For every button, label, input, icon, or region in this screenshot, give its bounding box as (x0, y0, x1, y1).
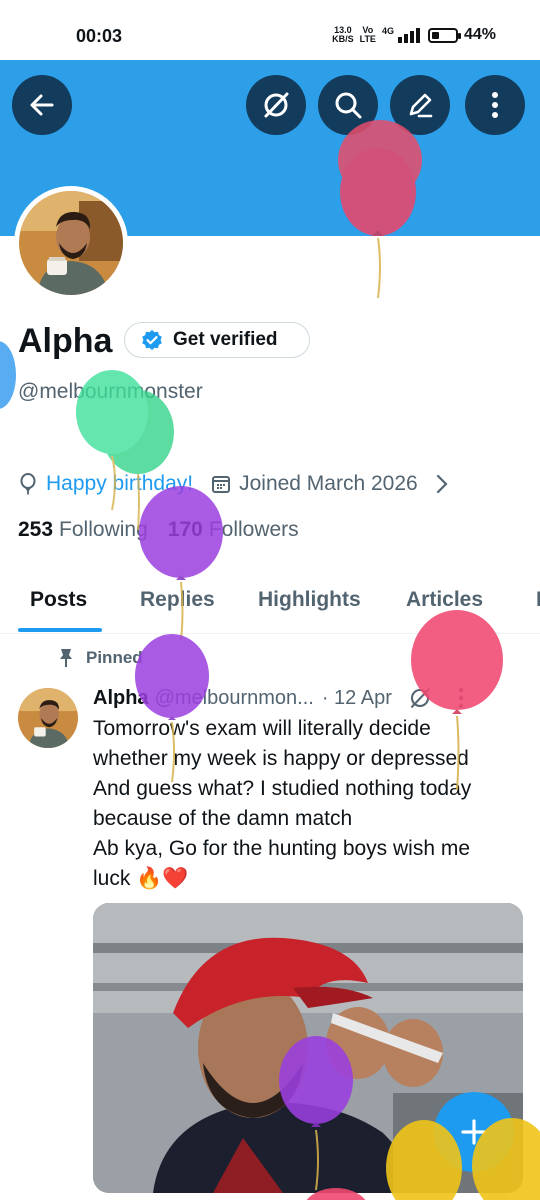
follow-counts: 253 Following 170 Followers (18, 518, 299, 542)
followers-count: 170 (167, 518, 203, 541)
tab-replies[interactable]: Replies (140, 588, 215, 612)
joined-text: Joined March 2026 (239, 472, 418, 495)
pinned-label: Pinned (58, 648, 143, 668)
following-link[interactable]: 253 Following (18, 518, 148, 542)
post-line: Ab kya, Go for the hunting boys wish me (93, 837, 471, 860)
more-icon (492, 92, 498, 118)
profile-avatar[interactable] (14, 186, 128, 300)
grok-icon (264, 92, 289, 118)
balloon-icon (0, 341, 16, 409)
edit-icon (409, 93, 433, 118)
status-indicators: 13.0 KB/S Vo LTE 4G 44% (332, 26, 496, 44)
search-button[interactable] (318, 75, 378, 135)
post-line: because of the damn match (93, 807, 353, 830)
back-button[interactable] (12, 75, 72, 135)
balloon-icon (20, 473, 36, 495)
pin-icon (60, 649, 72, 667)
post-line: whether my week is happy or depressed (93, 747, 469, 770)
battery-icon (427, 27, 461, 43)
post-avatar[interactable] (18, 688, 78, 748)
following-count: 253 (18, 518, 54, 541)
profile-meta: Happy birthday! Joined March 2026 (18, 472, 448, 496)
battery-percent: 44% (463, 26, 496, 43)
post-time: · 12 Apr (321, 686, 392, 709)
network-type: 4G (381, 26, 394, 36)
grok-button[interactable] (246, 75, 306, 135)
tab-posts[interactable]: Posts (30, 588, 87, 612)
search-icon (335, 92, 362, 119)
tab-indicator (18, 628, 102, 632)
post-line: And guess what? I studied nothing today (93, 777, 472, 800)
profile-handle: @melbournmonster (18, 380, 203, 403)
get-verified-label: Get verified (173, 329, 278, 350)
more-options-button[interactable] (465, 75, 525, 135)
volte-bottom: LTE (359, 34, 376, 44)
followers-link[interactable]: 170 Followers (168, 518, 299, 542)
battery-fill (431, 31, 440, 39)
grok-icon[interactable] (408, 686, 432, 710)
post-line: Tomorrow's exam will literally decide (93, 717, 431, 740)
post-header: Alpha @melbournmon... · 12 Apr (93, 686, 464, 710)
plus-icon (461, 1119, 487, 1145)
profile-tabs: Posts Replies Highlights Articles M (0, 572, 540, 634)
status-time: 00:03 (76, 26, 123, 46)
network-speed-unit: KB/S (332, 34, 354, 44)
signal-icon: 4G (382, 27, 422, 43)
birthday-item[interactable]: Happy birthday! (18, 472, 193, 496)
joined-item: Joined March 2026 (211, 472, 418, 496)
get-verified-button[interactable]: Get verified (124, 322, 310, 358)
chevron-right-icon[interactable] (436, 474, 448, 494)
edit-button[interactable] (390, 75, 450, 135)
status-bar: 00:03 13.0 KB/S Vo LTE 4G 44% (0, 0, 540, 60)
post-handle[interactable]: @melbournmon... (155, 687, 314, 710)
tab-articles[interactable]: Articles (406, 588, 483, 612)
post-more-icon[interactable] (458, 687, 464, 709)
calendar-icon (212, 476, 231, 493)
pinned-text: Pinned (86, 648, 143, 667)
profile-name: Alpha (18, 322, 113, 360)
avatar (19, 191, 123, 295)
tab-media[interactable]: M (536, 588, 540, 612)
tab-highlights[interactable]: Highlights (258, 588, 361, 612)
post-author[interactable]: Alpha (93, 687, 149, 710)
post-text: Tomorrow's exam will literally decide wh… (93, 714, 523, 894)
back-arrow-icon (30, 94, 54, 116)
compose-button[interactable] (434, 1092, 514, 1172)
following-label: Following (59, 518, 148, 541)
post-line: luck 🔥❤️ (93, 867, 189, 890)
verified-badge-icon (142, 330, 162, 350)
birthday-text[interactable]: Happy birthday! (46, 472, 193, 496)
volte-indicator: Vo LTE (360, 26, 376, 44)
followers-label: Followers (208, 518, 299, 541)
network-speed: 13.0 KB/S (332, 26, 354, 44)
